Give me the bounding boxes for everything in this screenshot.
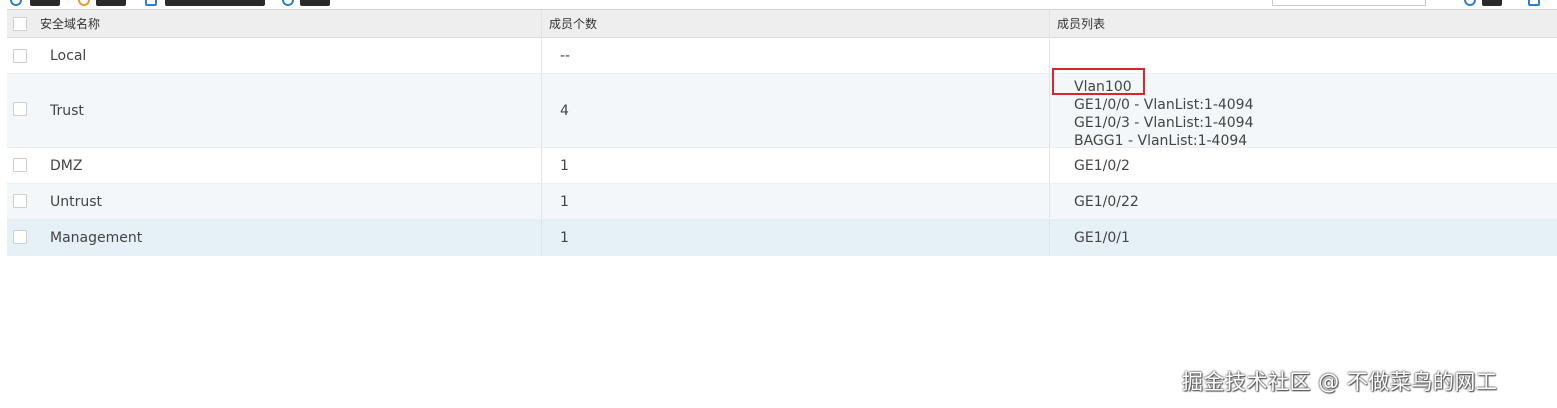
table-row[interactable]: Trust 4 Vlan100 GE1/0/0 - VlanList:1-409… (7, 74, 1557, 150)
security-zone-table: 安全域名称 成员个数 成员列表 Local -- Trust 4 Vlan100… (7, 9, 1557, 256)
table-row[interactable]: Untrust 1 GE1/0/22 (7, 184, 1557, 220)
row-checkbox[interactable] (13, 102, 27, 116)
member-list: GE1/0/2 (1074, 157, 1130, 175)
table-row[interactable]: Local -- (7, 38, 1557, 74)
member-list-cell: GE1/0/2 (1050, 148, 1557, 183)
row-checkbox[interactable] (13, 230, 27, 244)
row-checkbox-cell (7, 38, 35, 73)
member-list: GE1/0/1 (1074, 229, 1130, 247)
refresh-icon[interactable] (282, 0, 294, 6)
zone-name: Local (50, 47, 87, 64)
zone-name-cell: Untrust (35, 184, 542, 219)
member-count: -- (560, 47, 571, 64)
add-button[interactable] (30, 0, 60, 6)
zone-name: Untrust (50, 193, 103, 210)
row-checkbox-cell (7, 74, 35, 147)
row-checkbox-cell (7, 220, 35, 255)
batch-button[interactable] (165, 0, 265, 6)
member-count-cell: 1 (542, 220, 1050, 255)
row-checkbox-cell (7, 184, 35, 219)
zone-name-cell: Local (35, 38, 542, 73)
header-member-list[interactable]: 成员列表 (1050, 10, 1557, 37)
search-icon[interactable] (1464, 0, 1476, 6)
member-count-cell: 1 (542, 148, 1050, 183)
zone-name: Management (50, 229, 143, 246)
row-checkbox[interactable] (13, 158, 27, 172)
member-item: GE1/0/1 (1074, 229, 1130, 246)
member-count-cell: -- (542, 38, 1050, 73)
toolbar (0, 0, 1557, 9)
table-header: 安全域名称 成员个数 成员列表 (7, 9, 1557, 38)
member-count-cell: 4 (542, 74, 1050, 147)
member-list-cell: Vlan100 GE1/0/0 - VlanList:1-4094 GE1/0/… (1050, 74, 1557, 150)
zone-name: Trust (50, 102, 84, 119)
header-zone-name[interactable]: 安全域名称 (35, 10, 542, 37)
member-count: 1 (560, 229, 569, 246)
export-icon[interactable] (1528, 0, 1540, 6)
member-list: Vlan100 GE1/0/0 - VlanList:1-4094 GE1/0/… (1074, 78, 1254, 150)
member-list-cell (1050, 38, 1557, 73)
member-list-cell: GE1/0/22 (1050, 184, 1557, 219)
delete-button[interactable] (96, 0, 126, 6)
table-row[interactable]: DMZ 1 GE1/0/2 (7, 148, 1557, 184)
zone-name-cell: DMZ (35, 148, 542, 183)
member-item: GE1/0/0 - VlanList:1-4094 (1074, 97, 1254, 113)
member-list: GE1/0/22 (1074, 193, 1139, 211)
zone-name-cell: Trust (35, 74, 542, 147)
member-item: GE1/0/22 (1074, 193, 1139, 210)
header-checkbox-cell (7, 10, 35, 37)
table-row[interactable]: Management 1 GE1/0/1 (7, 220, 1557, 256)
batch-icon[interactable] (145, 0, 157, 6)
zone-name: DMZ (50, 157, 83, 174)
row-checkbox[interactable] (13, 194, 27, 208)
select-all-checkbox[interactable] (13, 17, 27, 31)
member-count-cell: 1 (542, 184, 1050, 219)
member-count: 4 (560, 102, 569, 119)
refresh-button[interactable] (300, 0, 330, 6)
row-checkbox[interactable] (13, 49, 27, 63)
watermark: 掘金技术社区 @ 不做菜鸟的网工 (1182, 370, 1498, 394)
delete-icon[interactable] (78, 0, 90, 6)
zone-name-cell: Management (35, 220, 542, 255)
member-item: Vlan100 (1074, 79, 1132, 95)
row-checkbox-cell (7, 148, 35, 183)
member-item: GE1/0/2 (1074, 157, 1130, 174)
search-button[interactable] (1482, 0, 1502, 6)
member-list-cell: GE1/0/1 (1050, 220, 1557, 255)
member-count: 1 (560, 157, 569, 174)
add-icon[interactable] (10, 0, 22, 6)
search-input[interactable] (1272, 0, 1426, 6)
member-count: 1 (560, 193, 569, 210)
header-member-count[interactable]: 成员个数 (542, 10, 1050, 37)
member-item: GE1/0/3 - VlanList:1-4094 (1074, 115, 1254, 131)
